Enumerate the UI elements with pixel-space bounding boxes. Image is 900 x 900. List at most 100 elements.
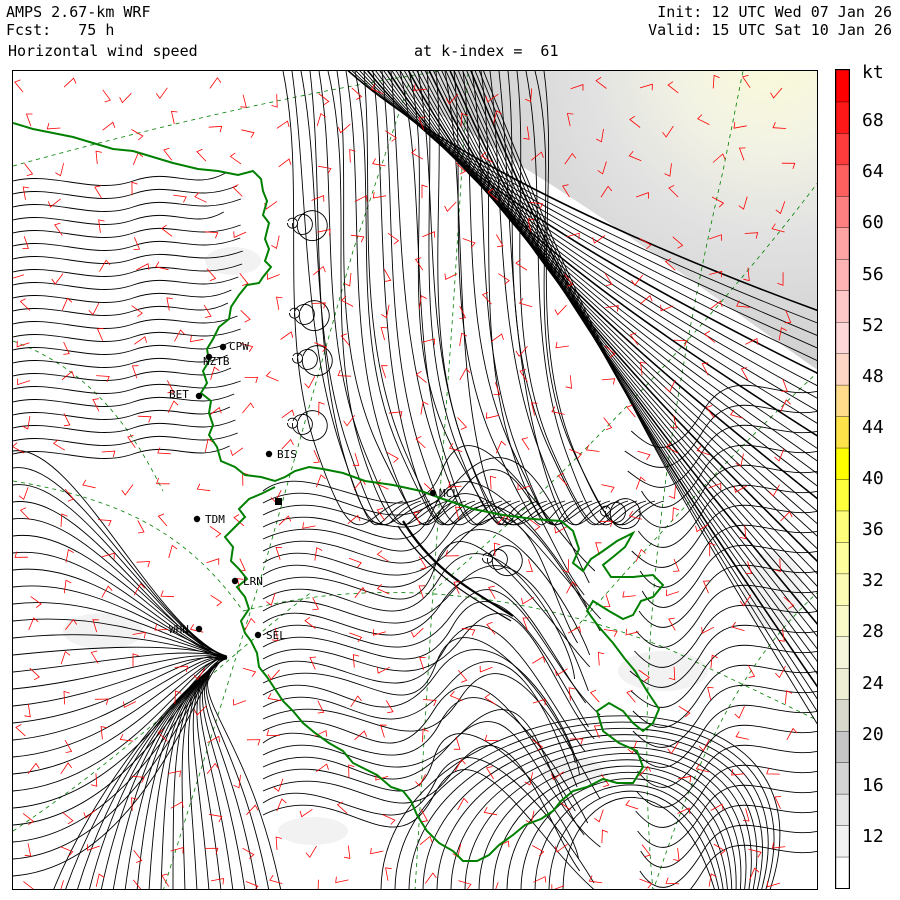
wind-barb — [163, 147, 173, 161]
colorbar-swatch — [835, 290, 850, 323]
wind-barb — [382, 814, 396, 825]
wind-barb — [318, 401, 325, 416]
wind-barb — [240, 310, 251, 323]
station-dot[interactable] — [265, 450, 273, 458]
wind-barb — [229, 152, 242, 165]
wind-barb — [766, 880, 781, 888]
colorbar — [835, 69, 850, 889]
streamline — [478, 759, 742, 889]
wind-barb — [99, 259, 111, 272]
streamline — [262, 481, 588, 608]
wind-barb — [622, 591, 636, 598]
wind-barb — [275, 546, 283, 560]
wind-barb — [742, 808, 750, 822]
wind-barb — [206, 558, 220, 565]
streamline — [207, 656, 282, 889]
wind-barb — [735, 731, 749, 740]
station-dot[interactable] — [231, 577, 239, 585]
streamline — [262, 601, 589, 728]
colorbar-swatch — [835, 604, 850, 638]
wind-barb — [585, 444, 600, 452]
graticule-line — [414, 71, 469, 889]
wind-barb — [589, 689, 600, 703]
wind-barb — [566, 581, 577, 594]
wind-barb — [245, 881, 259, 889]
wind-barb — [233, 774, 241, 789]
colorbar-swatch — [835, 824, 850, 858]
station-dot[interactable] — [195, 392, 203, 400]
wind-barb — [96, 327, 104, 341]
wind-barb — [317, 700, 325, 714]
wind-barb — [131, 129, 144, 141]
wind-barb — [603, 594, 611, 607]
wind-barb — [784, 690, 793, 704]
map-canvas[interactable]: CPW NZTB BET BIS MCL TDM LRN WHN SEL — [13, 71, 818, 890]
streamline — [13, 211, 224, 225]
wind-barb — [387, 232, 400, 245]
streamline — [13, 367, 232, 381]
wind-barb — [60, 650, 71, 665]
station-dot[interactable] — [193, 515, 201, 523]
wind-barb — [335, 876, 349, 884]
wind-barb — [101, 450, 116, 458]
station-label-bet: BET — [169, 388, 189, 401]
wind-barb — [119, 92, 132, 104]
wind-barb — [276, 120, 290, 129]
wind-barb — [565, 375, 573, 389]
wind-barb — [63, 341, 70, 355]
colorbar-swatch — [835, 227, 850, 260]
wind-barb — [92, 398, 100, 412]
wind-barb — [22, 186, 30, 200]
streamline — [363, 71, 485, 526]
wind-barb — [413, 511, 421, 525]
colorbar-swatch — [835, 510, 850, 543]
colorbar-label: 52 — [862, 314, 884, 336]
colorbar-label: 40 — [862, 468, 884, 489]
station-label-whn: WHN — [169, 623, 189, 636]
wind-barb — [521, 596, 535, 605]
wind-barb — [168, 544, 178, 559]
wind-barb — [209, 77, 222, 89]
wind-barb — [489, 475, 497, 490]
wind-barb — [314, 547, 323, 561]
wind-barb — [271, 94, 278, 108]
streamline — [13, 237, 241, 251]
wind-barb — [318, 165, 332, 174]
streamline — [637, 784, 817, 848]
wind-barb — [484, 693, 497, 706]
wind-barb — [462, 238, 476, 248]
wind-barb — [244, 617, 256, 631]
wind-barb — [60, 880, 64, 889]
colorbar-label: 24 — [862, 672, 884, 694]
wind-barb — [101, 585, 113, 598]
map-panel[interactable]: CPW NZTB BET BIS MCL TDM LRN WHN SEL — [12, 70, 818, 890]
wind-barb — [98, 219, 105, 233]
colorbar-label: 28 — [862, 621, 884, 643]
wind-barb — [46, 122, 61, 130]
wind-barb — [157, 513, 168, 527]
wind-barb — [269, 874, 283, 884]
wind-barb — [14, 79, 24, 93]
wind-barb — [625, 799, 639, 810]
wind-barb — [230, 447, 244, 457]
colorbar-label: 12 — [862, 825, 884, 847]
wind-barb — [278, 515, 292, 526]
graticule-line — [653, 592, 817, 889]
streamline — [635, 764, 817, 828]
k-index-label: at k-index = 61 — [414, 42, 559, 60]
station-dot[interactable] — [254, 631, 262, 639]
colorbar-label: 64 — [862, 161, 884, 183]
wind-barb — [444, 273, 458, 281]
station-dot[interactable] — [429, 489, 437, 497]
wind-barb — [734, 706, 745, 719]
streamline — [394, 721, 775, 889]
station-dot[interactable] — [195, 625, 203, 633]
wind-barb — [423, 699, 437, 707]
wind-barb — [317, 879, 319, 889]
wind-barb — [137, 520, 145, 534]
wind-barb — [209, 525, 222, 538]
wind-barb — [203, 304, 212, 318]
streamline — [13, 302, 229, 316]
wind-barb — [207, 735, 221, 744]
station-dot[interactable] — [219, 343, 227, 351]
